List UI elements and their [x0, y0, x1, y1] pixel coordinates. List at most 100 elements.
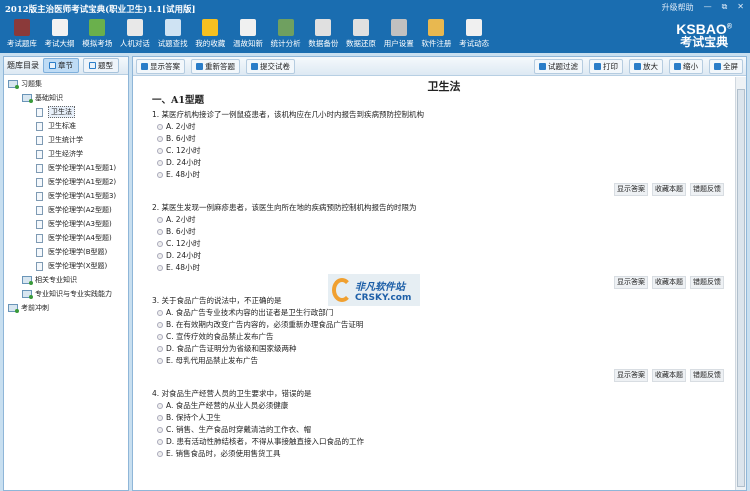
answer-option[interactable]: C. 12小时 — [152, 238, 736, 250]
radio-icon[interactable] — [157, 241, 163, 247]
filter-button[interactable]: 试题过滤 — [534, 58, 583, 74]
tab-chapter[interactable]: 章节 — [43, 58, 79, 73]
answer-option[interactable]: C. 宣传疗效的食品禁止发布广告 — [152, 331, 736, 343]
help-menu[interactable]: 升级帮助 — [662, 2, 694, 13]
show-answer-link[interactable]: 显示答案 — [614, 368, 648, 382]
report-error-link[interactable]: 错题反馈 — [690, 182, 724, 196]
answer-option[interactable]: D. 患有活动性肺结核者，不得从事接触直接入口食品的工作 — [152, 436, 736, 448]
redo-button[interactable]: 重新答题 — [191, 58, 240, 74]
fullscreen-icon — [714, 62, 721, 70]
answer-option[interactable]: E. 母乳代用品禁止发布广告 — [152, 355, 736, 367]
radio-icon[interactable] — [157, 229, 163, 235]
print-button[interactable]: 打印 — [589, 58, 623, 74]
favorite-link[interactable]: 收藏本题 — [652, 182, 686, 196]
radio-icon[interactable] — [157, 322, 163, 328]
tree-item[interactable]: 医学伦理学(A3型题) — [4, 217, 128, 231]
catalog-panel: 题库目录 章节 题型 习题集 基础知识 卫生法 卫生标准 卫生统计学 卫生经济学 医学伦理学… — [3, 56, 129, 491]
answer-option[interactable]: B. 在有效期内改变广告内容的，必须重新办理食品广告证明 — [152, 319, 736, 331]
radio-icon[interactable] — [157, 346, 163, 352]
answer-option[interactable]: C. 销售、生产食品时穿戴清洁的工作衣、帽 — [152, 424, 736, 436]
filter-icon — [539, 62, 546, 70]
answer-option[interactable]: A. 食品广告专业技术内容的出证者是卫生行政部门 — [152, 307, 736, 319]
show-answer-link[interactable]: 显示答案 — [614, 275, 648, 289]
tree-item[interactable]: 医学伦理学(X型题) — [4, 259, 128, 273]
toolbar-news[interactable]: 考试动态 — [455, 18, 493, 53]
report-error-link[interactable]: 错题反馈 — [690, 275, 724, 289]
toolbar-book[interactable]: 考试题库 — [3, 18, 41, 53]
radio-icon[interactable] — [157, 136, 163, 142]
answer-option[interactable]: E. 销售食品时，必须使用售货工具 — [152, 448, 736, 460]
show-answer-link[interactable]: 显示答案 — [614, 182, 648, 196]
toolbar-bulb[interactable]: 温故知新 — [229, 18, 267, 53]
tree-item[interactable]: 医学伦理学(A1型题2) — [4, 175, 128, 189]
radio-icon[interactable] — [157, 217, 163, 223]
radio-icon[interactable] — [157, 334, 163, 340]
tree-node-exercises[interactable]: 习题集 — [4, 77, 128, 91]
tab-question-type[interactable]: 题型 — [83, 58, 119, 73]
radio-icon[interactable] — [157, 172, 163, 178]
radio-icon[interactable] — [157, 310, 163, 316]
submit-icon — [251, 62, 258, 70]
fullscreen-button[interactable]: 全屏 — [709, 58, 743, 74]
radio-icon[interactable] — [157, 358, 163, 364]
toolbar-chart[interactable]: 统计分析 — [267, 18, 305, 53]
tree-item[interactable]: 卫生经济学 — [4, 147, 128, 161]
toolbar-backup[interactable]: 数据备份 — [305, 18, 343, 53]
radio-icon[interactable] — [157, 415, 163, 421]
show-answer-button[interactable]: 显示答案 — [136, 58, 185, 74]
scrollbar[interactable] — [735, 77, 746, 490]
toolbar-restore[interactable]: 数据还原 — [342, 18, 380, 53]
favorite-link[interactable]: 收藏本题 — [652, 275, 686, 289]
report-error-link[interactable]: 错题反馈 — [690, 368, 724, 382]
tree-node-professional[interactable]: 专业知识与专业实践能力 — [4, 287, 128, 301]
tree-item[interactable]: 卫生标准 — [4, 119, 128, 133]
scrollbar-thumb[interactable] — [737, 89, 745, 487]
tree-item[interactable]: 医学伦理学(A2型题) — [4, 203, 128, 217]
radio-icon[interactable] — [157, 403, 163, 409]
answer-option[interactable]: D. 24小时 — [152, 250, 736, 262]
tree-item[interactable]: 卫生统计学 — [4, 133, 128, 147]
tree-node-related[interactable]: 相关专业知识 — [4, 273, 128, 287]
answer-option[interactable]: A. 2小时 — [152, 121, 736, 133]
tree-item[interactable]: 医学伦理学(A1型题3) — [4, 189, 128, 203]
favorite-link[interactable]: 收藏本题 — [652, 368, 686, 382]
radio-icon[interactable] — [157, 124, 163, 130]
zoom-out-button[interactable]: 缩小 — [669, 58, 703, 74]
answer-option[interactable]: B. 保持个人卫生 — [152, 412, 736, 424]
toolbar-star[interactable]: 我的收藏 — [191, 18, 229, 53]
answer-option[interactable]: A. 2小时 — [152, 214, 736, 226]
answer-option[interactable]: A. 食品生产经营的从业人员必须健康 — [152, 400, 736, 412]
answer-option[interactable]: D. 食品广告证明分为省级和国家级两种 — [152, 343, 736, 355]
toolbar-lock[interactable]: 软件注册 — [418, 18, 456, 53]
tree-item[interactable]: 医学伦理学(B型题) — [4, 245, 128, 259]
radio-icon[interactable] — [157, 265, 163, 271]
radio-icon[interactable] — [157, 439, 163, 445]
restore-button[interactable]: ⧉ — [722, 2, 728, 13]
submit-button[interactable]: 提交试卷 — [246, 58, 295, 74]
toolbar-hammer[interactable]: 用户设置 — [380, 18, 418, 53]
tree-node-sprint[interactable]: 考前冲刺 — [4, 301, 128, 315]
tree-item[interactable]: 卫生法 — [4, 105, 128, 119]
toolbar-chat[interactable]: 人机对话 — [116, 18, 154, 53]
tree-item[interactable]: 医学伦理学(A4型题) — [4, 231, 128, 245]
answer-option[interactable]: E. 48小时 — [152, 169, 736, 181]
answer-option[interactable]: C. 12小时 — [152, 145, 736, 157]
toolbar-search[interactable]: 试题查找 — [154, 18, 192, 53]
radio-icon[interactable] — [157, 451, 163, 457]
radio-icon[interactable] — [157, 148, 163, 154]
minimize-button[interactable]: — — [704, 2, 712, 13]
zoom-in-button[interactable]: 放大 — [629, 58, 663, 74]
folder-icon — [8, 304, 19, 313]
radio-icon[interactable] — [157, 160, 163, 166]
answer-option[interactable]: B. 6小时 — [152, 133, 736, 145]
answer-option[interactable]: E. 48小时 — [152, 262, 736, 274]
tree-item[interactable]: 医学伦理学(A1型题1) — [4, 161, 128, 175]
radio-icon[interactable] — [157, 427, 163, 433]
answer-option[interactable]: D. 24小时 — [152, 157, 736, 169]
answer-option[interactable]: B. 6小时 — [152, 226, 736, 238]
tree-node-basic[interactable]: 基础知识 — [4, 91, 128, 105]
close-button[interactable]: ✕ — [737, 2, 744, 13]
toolbar-pencil[interactable]: 模拟考场 — [78, 18, 116, 53]
radio-icon[interactable] — [157, 253, 163, 259]
toolbar-document[interactable]: 考试大纲 — [41, 18, 79, 53]
